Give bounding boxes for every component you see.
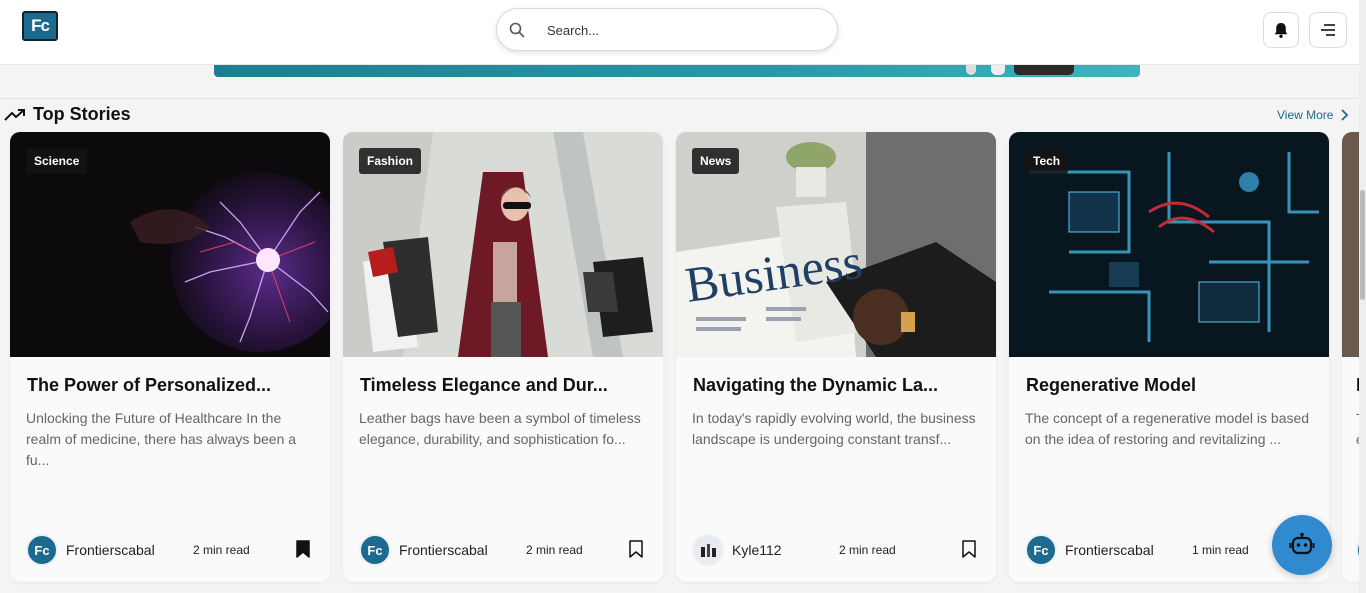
avatar: Fc [26,534,58,566]
author-info[interactable]: Kyle112 [692,534,782,566]
author-name: Frontierscabal [66,542,155,558]
category-badge[interactable]: Science [26,148,88,174]
banner-decoration [991,65,1005,75]
story-excerpt: Leather bags have been a symbol of timel… [359,410,641,447]
story-card[interactable]: Business News Navigating the Dynamic La.… [676,132,996,582]
story-card[interactable]: Science The Power of Personalized... Unl… [10,132,330,582]
chatbot-button[interactable] [1272,515,1332,575]
avatar [692,534,724,566]
chevron-right-icon [1341,109,1349,121]
story-excerpt: The concept of a regenerative model is b… [1025,410,1310,447]
trending-up-icon [4,108,25,121]
story-excerpt: In today's rapidly evolving world, the b… [692,410,976,447]
scrollbar-thumb[interactable] [1360,190,1365,300]
story-title[interactable]: Navigating the Dynamic La... [693,375,983,396]
user-photo-icon [701,544,716,557]
notifications-button[interactable] [1263,12,1299,48]
read-time: 2 min read [526,543,583,557]
view-more-label: View More [1277,108,1334,122]
avatar: Fc [1025,534,1057,566]
bookmark-icon[interactable] [296,540,310,558]
avatar: Fc [359,534,391,566]
bookmark-icon[interactable] [962,540,976,558]
story-card[interactable]: Tech Regenerative Model The concept of a… [1009,132,1329,582]
logo-text: Fc [31,16,50,35]
story-title[interactable]: The Power of Personalized... [27,375,317,396]
banner-decoration [966,65,976,75]
search-icon [509,22,525,38]
section-header: Top Stories [4,104,131,125]
read-time: 1 min read [1192,543,1249,557]
author-info[interactable]: Fc Frontierscabal [26,534,155,566]
bell-icon [1274,23,1288,38]
story-title[interactable]: Regenerative Model [1026,375,1316,396]
author-info[interactable]: Fc Frontierscabal [1025,534,1154,566]
author-name: Kyle112 [732,542,782,558]
logo[interactable]: Fc [22,11,58,41]
story-image[interactable]: Science [10,132,330,357]
search-box[interactable] [496,8,838,51]
story-card[interactable]: Fashion Timeless Elegance and Dur... Lea… [343,132,663,582]
author-info[interactable]: Fc Frontierscabal [359,534,488,566]
section-title: Top Stories [33,104,131,124]
view-more-link[interactable]: View More [1277,108,1349,122]
top-bar: Fc [0,0,1366,65]
menu-button[interactable] [1309,12,1347,48]
author-name: Frontierscabal [1065,542,1154,558]
bookmark-icon[interactable] [629,540,643,558]
banner-decoration [1014,65,1074,75]
page-scrollbar[interactable] [1359,0,1366,593]
divider [0,98,1366,99]
category-badge[interactable]: Tech [1025,148,1069,174]
story-image[interactable]: Fashion [343,132,663,357]
promo-banner[interactable] [214,65,1140,77]
category-badge[interactable]: Fashion [359,148,422,174]
search-input[interactable] [547,19,817,41]
robot-icon [1289,532,1315,555]
read-time: 2 min read [839,543,896,557]
category-badge[interactable]: News [692,148,740,174]
author-name: Frontierscabal [399,542,488,558]
story-excerpt: Unlocking the Future of Healthcare In th… [26,410,297,468]
menu-icon [1321,24,1335,36]
story-title[interactable]: Timeless Elegance and Dur... [360,375,650,396]
read-time: 2 min read [193,543,250,557]
story-image[interactable]: Business News [676,132,996,357]
story-image[interactable]: Tech [1009,132,1329,357]
